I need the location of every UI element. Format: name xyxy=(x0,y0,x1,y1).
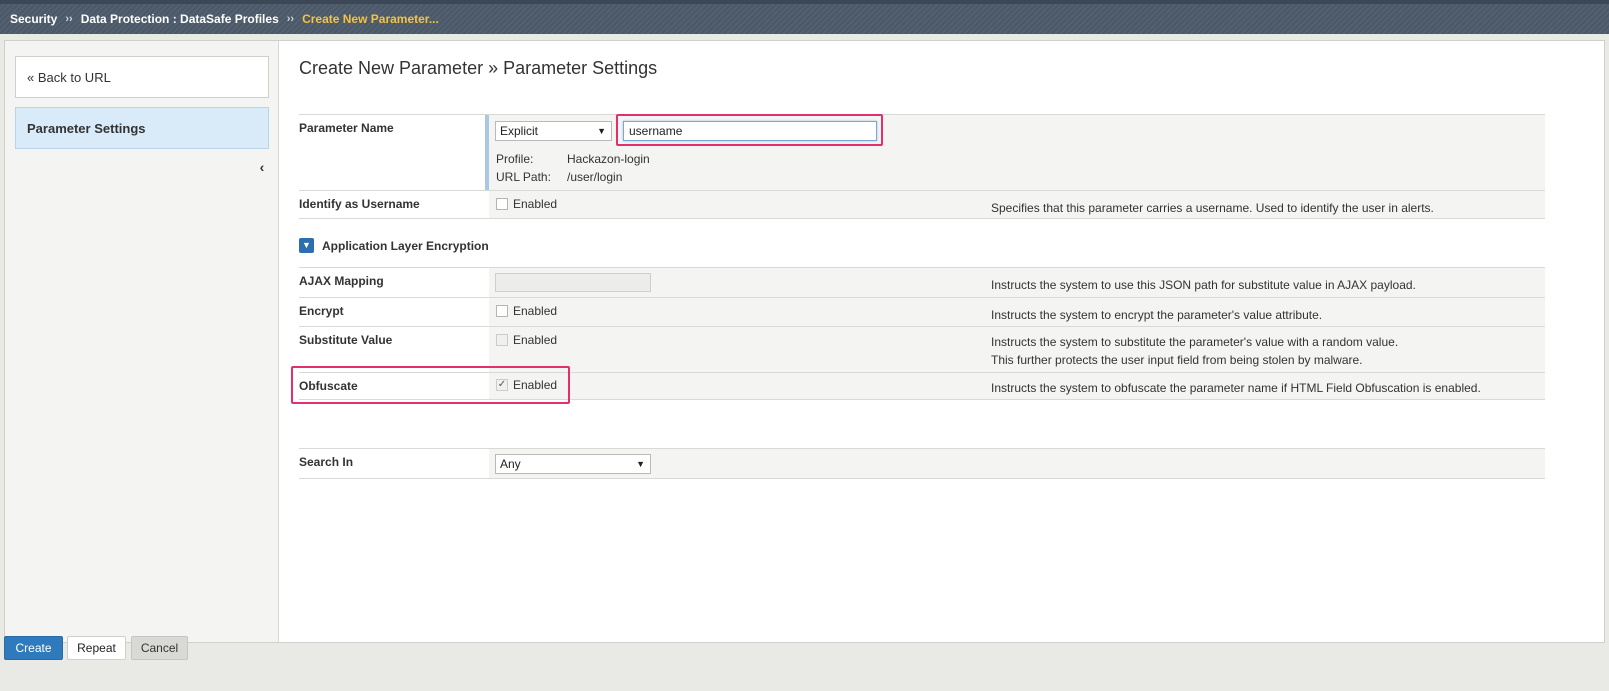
url-path-link[interactable]: /user/login xyxy=(567,170,622,184)
profile-link[interactable]: Hackazon-login xyxy=(567,152,650,166)
identify-username-value-area xyxy=(489,191,989,218)
main-panel: « Back to URL Parameter Settings ‹ Creat… xyxy=(4,40,1605,643)
create-button[interactable]: Create xyxy=(4,636,63,660)
parameter-type-value: Explicit xyxy=(500,124,539,138)
parameter-name-label: Parameter Name xyxy=(299,121,394,135)
encrypt-row: Encrypt Enabled Instructs the system to … xyxy=(299,297,1545,326)
section-title: Application Layer Encryption xyxy=(322,238,489,253)
cancel-button[interactable]: Cancel xyxy=(131,636,188,660)
sidebar-item-parameter-settings[interactable]: Parameter Settings xyxy=(15,107,269,149)
encrypt-label: Encrypt xyxy=(299,304,344,318)
search-in-desc-area xyxy=(989,449,1545,478)
substitute-value-description-line1: Instructs the system to substitute the p… xyxy=(991,335,1399,349)
substitute-value-label: Substitute Value xyxy=(299,333,393,347)
ajax-mapping-description: Instructs the system to use this JSON pa… xyxy=(991,278,1416,292)
substitute-value-checkbox[interactable] xyxy=(496,334,508,346)
encrypt-value-area xyxy=(489,298,989,326)
page-title: Create New Parameter » Parameter Setting… xyxy=(299,58,658,78)
breadcrumb-item-datasafe-profiles[interactable]: Data Protection : DataSafe Profiles xyxy=(81,12,279,26)
encrypt-description: Instructs the system to encrypt the para… xyxy=(991,308,1323,322)
search-in-select[interactable]: Any ▼ xyxy=(495,454,651,474)
encrypt-checkbox[interactable] xyxy=(496,305,508,317)
breadcrumb-separator: ›› xyxy=(286,13,295,25)
search-in-row: Search In Any ▼ xyxy=(299,448,1545,479)
application-layer-encryption-section[interactable]: ▼ Application Layer Encryption xyxy=(299,238,489,253)
ajax-mapping-input xyxy=(495,273,651,292)
identify-username-checkbox-label: Enabled xyxy=(513,197,558,211)
identify-username-row: Identify as Username Enabled Specifies t… xyxy=(299,190,1545,219)
identify-username-checkbox[interactable] xyxy=(496,198,508,210)
ajax-mapping-label: AJAX Mapping xyxy=(299,274,384,288)
breadcrumb-item-current: Create New Parameter... xyxy=(302,12,439,26)
search-in-value: Any xyxy=(500,457,521,471)
substitute-value-description: Instructs the system to substitute the p… xyxy=(991,333,1398,369)
section-collapse-icon[interactable]: ▼ xyxy=(299,238,314,253)
sidebar: « Back to URL Parameter Settings ‹ xyxy=(5,41,279,642)
obfuscate-highlight xyxy=(291,366,570,404)
collapse-sidebar-icon[interactable]: ‹ xyxy=(255,159,269,175)
content-area: Create New Parameter » Parameter Setting… xyxy=(291,41,1545,641)
ajax-mapping-row: AJAX Mapping Instructs the system to use… xyxy=(299,267,1545,297)
focus-indicator xyxy=(485,115,489,190)
chevron-down-icon: ▼ xyxy=(597,126,606,136)
identify-username-description: Specifies that this parameter carries a … xyxy=(991,201,1434,215)
breadcrumb-separator: ›› xyxy=(65,13,73,25)
breadcrumb: Security ›› Data Protection : DataSafe P… xyxy=(0,0,1609,34)
substitute-value-checkbox-label: Enabled xyxy=(513,333,558,347)
obfuscate-description: Instructs the system to obfuscate the pa… xyxy=(991,381,1481,395)
parameter-type-select[interactable]: Explicit ▼ xyxy=(495,121,612,141)
identify-username-label: Identify as Username xyxy=(299,197,420,211)
substitute-value-description-line2: This further protects the user input fie… xyxy=(991,353,1363,367)
chevron-down-icon: ▼ xyxy=(636,459,645,469)
search-in-label: Search In xyxy=(299,455,354,469)
repeat-button[interactable]: Repeat xyxy=(67,636,126,660)
breadcrumb-item-security[interactable]: Security xyxy=(10,12,57,26)
encrypt-checkbox-label: Enabled xyxy=(513,304,558,318)
parameter-name-row: Parameter Name Explicit ▼ username Profi… xyxy=(299,114,1545,191)
back-to-url-link[interactable]: « Back to URL xyxy=(15,56,269,98)
parameter-name-highlight xyxy=(616,114,883,146)
profile-label: Profile: xyxy=(496,152,534,166)
url-path-label: URL Path: xyxy=(496,170,551,184)
